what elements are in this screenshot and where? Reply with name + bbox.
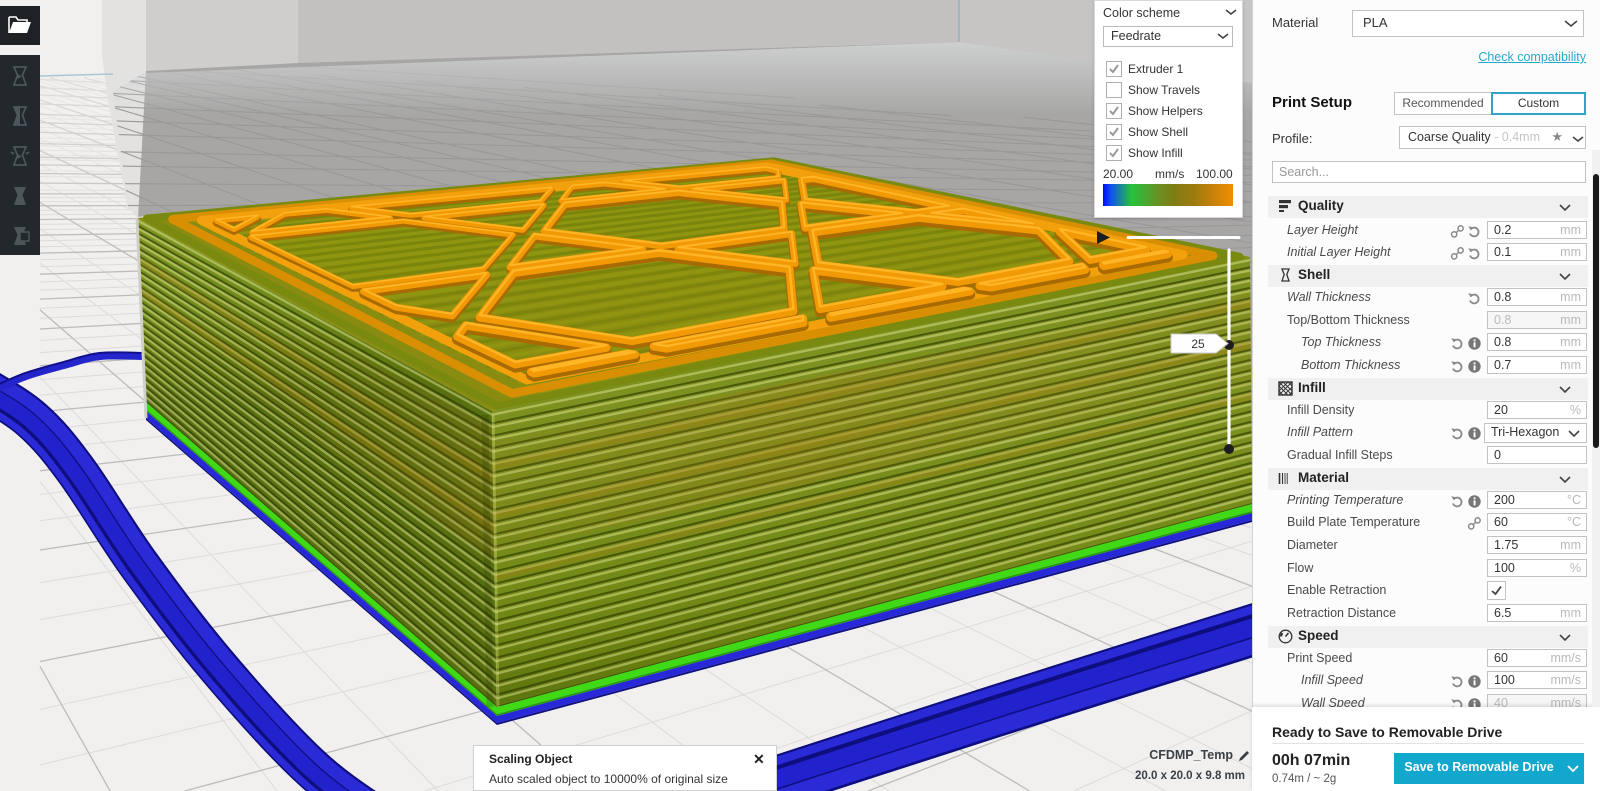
svg-text:25: 25: [1191, 337, 1205, 351]
